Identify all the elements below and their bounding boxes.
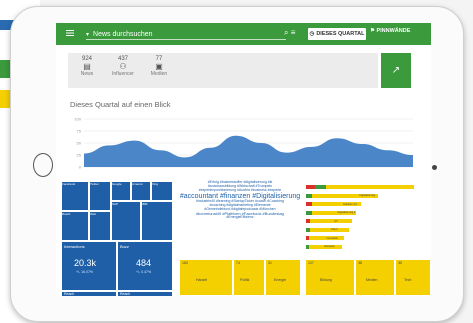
stat-medien-label: Medien bbox=[150, 71, 168, 77]
y-tick-label: 25 bbox=[77, 153, 82, 158]
yellow-tile-label: Handel bbox=[196, 278, 208, 282]
y-tick-label: 50 bbox=[77, 141, 82, 146]
trend-button[interactable]: ↗ bbox=[381, 53, 411, 88]
yellow-tiles: 183 Handel 74 Politik 31 Energie 127 Bil… bbox=[179, 259, 431, 296]
stat-medien[interactable]: 77 ▣ Medien bbox=[144, 56, 174, 77]
interactions-tile[interactable]: Interactions 20.3k +/- 16.07% bbox=[61, 241, 117, 291]
treemap-cell[interactable]: Twitter bbox=[89, 181, 111, 211]
newspaper-icon: ▤ bbox=[83, 62, 91, 71]
yellow-tile-label: Medien bbox=[366, 278, 378, 282]
stat-news[interactable]: 924 ▤ News bbox=[72, 56, 102, 77]
topic-bar-label: Netzwerk bbox=[324, 245, 335, 248]
clock-icon: ◷ bbox=[309, 31, 315, 37]
yellow-tile-count: 38 bbox=[358, 261, 362, 265]
treemap-cell[interactable]: SAP bbox=[111, 201, 141, 241]
yellow-tile[interactable]: 31 Energie bbox=[265, 259, 301, 296]
yellow-tile[interactable]: 35 Tech bbox=[395, 259, 431, 296]
topic-bar[interactable] bbox=[310, 219, 353, 223]
yellow-tile-count: 74 bbox=[236, 261, 240, 265]
interactions-value: 20.3k bbox=[74, 258, 97, 268]
hashtag-line[interactable]: #EnergieEffizienz bbox=[179, 215, 301, 220]
chevron-down-icon[interactable]: ▾ bbox=[86, 31, 89, 38]
area-series bbox=[84, 135, 413, 167]
interactions-label: Interactions bbox=[64, 244, 85, 249]
stat-influencer[interactable]: 437 ⚇ Influencer bbox=[108, 56, 138, 77]
buzz-tile[interactable]: Buzz 484 +/- 0.47% bbox=[117, 241, 173, 291]
yellow-tile-count: 35 bbox=[398, 261, 402, 265]
pin-icon: ⚑ bbox=[370, 28, 375, 34]
treemap-cell[interactable]: Amazon bbox=[131, 181, 151, 201]
interactions-sub: +/- 16.07% bbox=[76, 270, 94, 274]
topic-bar[interactable] bbox=[314, 185, 326, 189]
building-icon: ▣ bbox=[155, 62, 163, 71]
yellow-tile[interactable]: 74 Politik bbox=[233, 259, 265, 296]
topic-bar-label: Innovation bbox=[326, 236, 339, 240]
pinboards-button[interactable]: ⚑ PINNWÄNDE bbox=[370, 28, 410, 34]
buzz-value: 484 bbox=[136, 258, 152, 268]
treemap-cell[interactable]: Facebook bbox=[61, 181, 89, 211]
topic-bar-label: IoT bbox=[334, 219, 338, 223]
menu-icon[interactable] bbox=[66, 30, 80, 38]
reach-label: Reach bbox=[120, 292, 131, 296]
y-tick-label: 0 bbox=[79, 165, 82, 170]
topic-bar-label: Digitalisierung 2 bbox=[337, 211, 356, 214]
search-icon[interactable]: ⌕ ≡ bbox=[284, 28, 295, 38]
top-bar: ▾ News durchsuchen ⌕ ≡ ◷ DIESES QUARTAL … bbox=[56, 23, 431, 45]
app-screen: ▾ News durchsuchen ⌕ ≡ ◷ DIESES QUARTAL … bbox=[56, 23, 431, 296]
camera-icon bbox=[432, 165, 437, 170]
yellow-tile-label: Bildung bbox=[320, 278, 332, 282]
treemap-cell[interactable]: Bosch bbox=[61, 211, 89, 241]
y-tick-label: 100 bbox=[74, 117, 81, 122]
pinboards-label: PINNWÄNDE bbox=[376, 28, 411, 34]
trending-up-icon: ↗ bbox=[391, 65, 401, 76]
treemap-cell[interactable]: Google bbox=[111, 181, 131, 201]
yellow-tile[interactable]: 38 Medien bbox=[355, 259, 395, 296]
buzz-sub: +/- 0.47% bbox=[136, 270, 152, 274]
reach-label: Reach bbox=[64, 292, 75, 296]
yellow-tile-count: 31 bbox=[268, 261, 272, 265]
topic-bar-label: Industrie 4.0 bbox=[343, 202, 357, 206]
topic-bar[interactable] bbox=[325, 185, 414, 189]
yellow-tile-label: Politik bbox=[240, 278, 250, 282]
yellow-tile[interactable]: 183 Handel bbox=[179, 259, 233, 296]
stat-influencer-label: Influencer bbox=[112, 71, 134, 77]
topic-bar-chart: Digitalisierung Industrie 4.0 Digitalisier… bbox=[304, 181, 429, 256]
search-input[interactable]: ▾ News durchsuchen bbox=[86, 29, 286, 40]
buzz-label: Buzz bbox=[120, 244, 129, 249]
reach-tile[interactable]: Reach bbox=[61, 291, 117, 296]
yellow-tile-label: Tech bbox=[404, 278, 412, 282]
topic-bar[interactable] bbox=[310, 227, 349, 232]
quarter-button[interactable]: ◷ DIESES QUARTAL bbox=[308, 28, 366, 40]
area-chart: 100 75 50 25 0 bbox=[74, 117, 413, 170]
treemap-cell[interactable]: IBM bbox=[141, 201, 173, 241]
stats-panel: 924 ▤ News 437 ⚇ Influencer 77 ▣ Medien bbox=[68, 53, 378, 88]
topic-bar-label: Digitalisierung bbox=[359, 194, 376, 197]
treemap-blue: Facebook Twitter Google Amazon Xing Bosc… bbox=[56, 179, 176, 296]
yellow-tile[interactable]: 127 Bildung bbox=[305, 259, 355, 296]
home-button bbox=[33, 153, 53, 177]
yellow-tile-label: Energie bbox=[274, 278, 287, 282]
topic-bar[interactable] bbox=[306, 185, 315, 189]
topic-bar-label: Cloud bbox=[330, 228, 338, 231]
search-placeholder: News durchsuchen bbox=[93, 30, 153, 38]
quarter-button-label: DIESES QUARTAL bbox=[316, 31, 365, 37]
stat-news-label: News bbox=[80, 71, 94, 77]
treemap-cell[interactable]: Xing bbox=[151, 181, 173, 201]
y-tick-label: 75 bbox=[77, 129, 82, 134]
treemap-cell[interactable]: Web bbox=[89, 211, 111, 241]
people-icon: ⚇ bbox=[119, 62, 127, 71]
reach-tile[interactable]: Reach bbox=[117, 291, 173, 296]
section-title: Dieses Quartal auf einen Blick bbox=[70, 100, 171, 109]
hashtag-cloud: #Erfolg #businessoffer #digitalisierung … bbox=[179, 180, 301, 256]
yellow-tile-count: 127 bbox=[308, 261, 314, 265]
yellow-tile-count: 183 bbox=[182, 261, 188, 265]
